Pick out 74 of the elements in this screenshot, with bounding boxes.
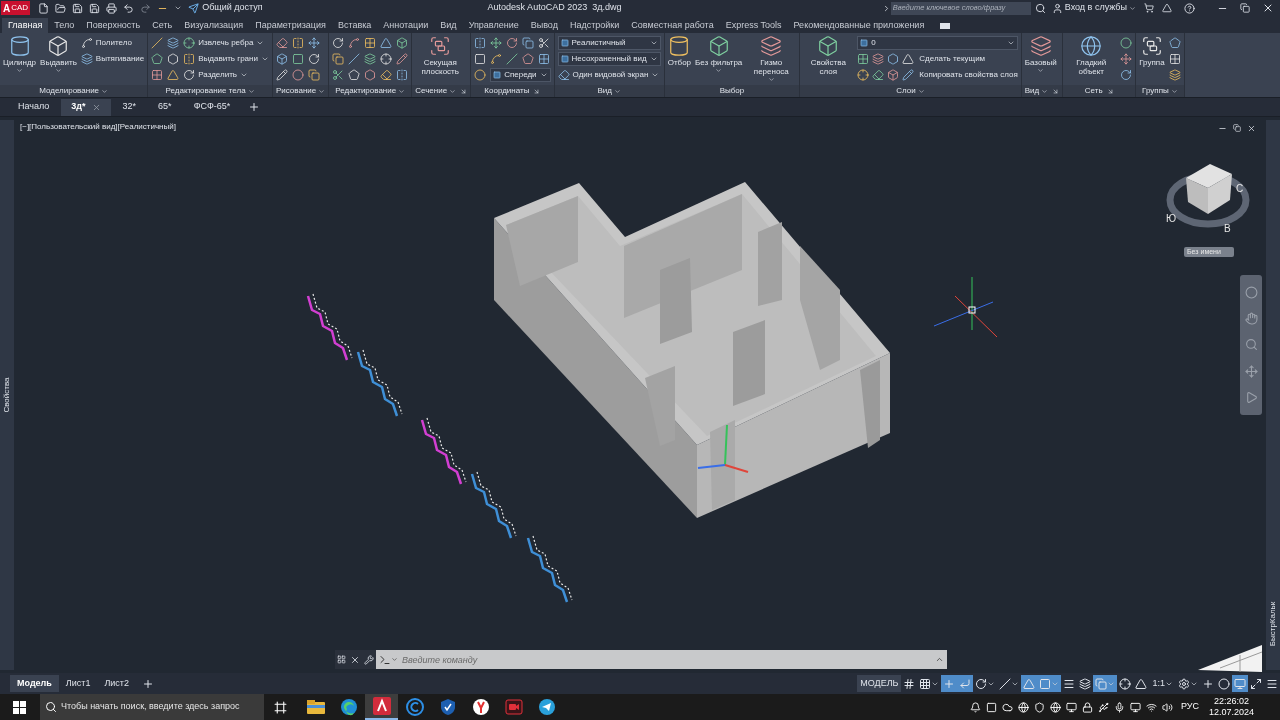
panel-title: Координаты bbox=[484, 85, 530, 97]
panel-title: Группы bbox=[1142, 85, 1169, 97]
ribbon-button[interactable]: Отбор bbox=[665, 33, 694, 67]
viewport-label[interactable]: [−][Пользовательский вид][Реалистичный] bbox=[20, 121, 176, 133]
sign-in-button[interactable]: Вход в службы bbox=[1051, 1, 1136, 15]
ribbon-button[interactable]: Секущая плоскость bbox=[413, 33, 468, 76]
language-indicator[interactable]: РУС bbox=[1180, 700, 1199, 714]
ribbon-button[interactable]: Копировать свойства слоя bbox=[919, 69, 1018, 81]
panel-title: Слои bbox=[896, 85, 916, 97]
file-tab[interactable]: 32* bbox=[112, 98, 147, 116]
dropdown[interactable]: Реалистичный bbox=[557, 36, 661, 50]
layout-tab[interactable]: Модель bbox=[10, 675, 59, 692]
share-button[interactable]: Общий доступ bbox=[188, 1, 263, 15]
ribbon-button[interactable]: Вытягивание bbox=[80, 52, 145, 66]
layout-tab[interactable]: Лист1 bbox=[58, 675, 98, 692]
taskbar-search-field[interactable]: Чтобы начать поиск, введите здесь запрос bbox=[40, 694, 264, 720]
ribbon-tab[interactable]: Главная bbox=[2, 18, 49, 33]
ribbon-tab[interactable]: Тело bbox=[48, 18, 81, 33]
ribbon-button[interactable]: Свойства слоя bbox=[801, 33, 856, 76]
panel-title: Редактирование тела bbox=[165, 85, 246, 97]
ribbon-button[interactable]: Базовый bbox=[1022, 33, 1059, 74]
ribbon-button[interactable]: Политело bbox=[80, 36, 145, 50]
ribbon-tab[interactable]: Параметризация bbox=[249, 18, 332, 33]
file-tab[interactable]: Начало bbox=[8, 98, 60, 116]
ribbon-tab[interactable]: Вид bbox=[434, 18, 463, 33]
ribbon-button[interactable]: Цилиндр bbox=[1, 33, 39, 74]
panel-title: Выбор bbox=[719, 85, 745, 97]
compass-label: Ю bbox=[1166, 212, 1177, 226]
dropdown[interactable]: 0 bbox=[857, 36, 1018, 50]
calculator-palette-tab[interactable]: БыстрКальк bbox=[1267, 601, 1279, 647]
compass-label: С bbox=[1236, 182, 1244, 196]
clock-time: 22:26:02 bbox=[1213, 696, 1249, 707]
ribbon-tab[interactable]: Сеть bbox=[146, 18, 179, 33]
file-tab[interactable]: 3д* bbox=[61, 98, 111, 116]
ribbon-tab[interactable]: Визуализация bbox=[178, 18, 250, 33]
ribbon-button[interactable]: Сделать текущим bbox=[919, 53, 986, 65]
ribbon-tab[interactable]: Совместная работа bbox=[625, 18, 720, 33]
ribbon-button[interactable]: Выдавить bbox=[38, 33, 79, 74]
panel-title: Вид bbox=[597, 85, 612, 97]
ribbon-button[interactable]: Без фильтра bbox=[693, 33, 745, 74]
annotation-scale-button[interactable]: 1:1 bbox=[1149, 676, 1176, 691]
ribbon-tab[interactable]: Аннотации bbox=[377, 18, 435, 33]
ribbon-button[interactable]: Один видовой экран bbox=[557, 68, 661, 82]
ribbon-button[interactable]: Извлечь ребра bbox=[183, 36, 269, 50]
ribbon-button[interactable]: Гизмо переноса bbox=[744, 33, 799, 83]
layout-tab[interactable]: Лист2 bbox=[97, 675, 136, 692]
window-title: Autodesk AutoCAD 2023 3д.dwg bbox=[487, 1, 622, 15]
panel-title: Сечение bbox=[415, 85, 448, 97]
panel-title: Сеть bbox=[1084, 85, 1103, 97]
ribbon-button[interactable]: Гладкий объект bbox=[1064, 33, 1119, 76]
ribbon-button[interactable]: Группа bbox=[1137, 33, 1167, 67]
ribbon-tab[interactable]: Надстройки bbox=[563, 18, 626, 33]
ribbon-button[interactable]: Выдавить грани bbox=[183, 52, 269, 66]
clock-date: 12.07.2024 bbox=[1208, 707, 1254, 718]
dropdown[interactable]: Спереди bbox=[490, 68, 551, 82]
panel-title: Моделирование bbox=[39, 85, 100, 97]
file-tab[interactable]: ФСФ-65* bbox=[183, 98, 241, 116]
ribbon-tab[interactable]: Управление bbox=[462, 18, 525, 33]
dropdown[interactable]: Несохраненный вид bbox=[557, 52, 661, 66]
file-tab[interactable]: 65* bbox=[148, 98, 182, 116]
ribbon-tab[interactable]: Express Tools bbox=[719, 18, 788, 33]
ribbon-tab[interactable]: Поверхность bbox=[80, 18, 147, 33]
panel-title: Рисование bbox=[275, 85, 317, 97]
model-space-button[interactable]: МОДЕЛЬ bbox=[857, 675, 902, 692]
ribbon-tab[interactable]: Вывод bbox=[524, 18, 564, 33]
compass-label: В bbox=[1224, 222, 1231, 236]
ribbon-tab[interactable]: Рекомендованные приложения bbox=[787, 18, 931, 33]
ribbon-button[interactable]: Разделить bbox=[183, 68, 269, 82]
panel-title: Редактирование bbox=[335, 85, 397, 97]
ribbon-tab[interactable]: Вставка bbox=[331, 18, 378, 33]
properties-palette-tab[interactable]: Свойства bbox=[1, 377, 13, 413]
search-input[interactable]: Чтобы начать поиск, введите здесь запрос bbox=[61, 700, 259, 714]
panel-title: Вид bbox=[1024, 85, 1040, 97]
app-logo[interactable]: ACAD bbox=[1, 1, 31, 15]
